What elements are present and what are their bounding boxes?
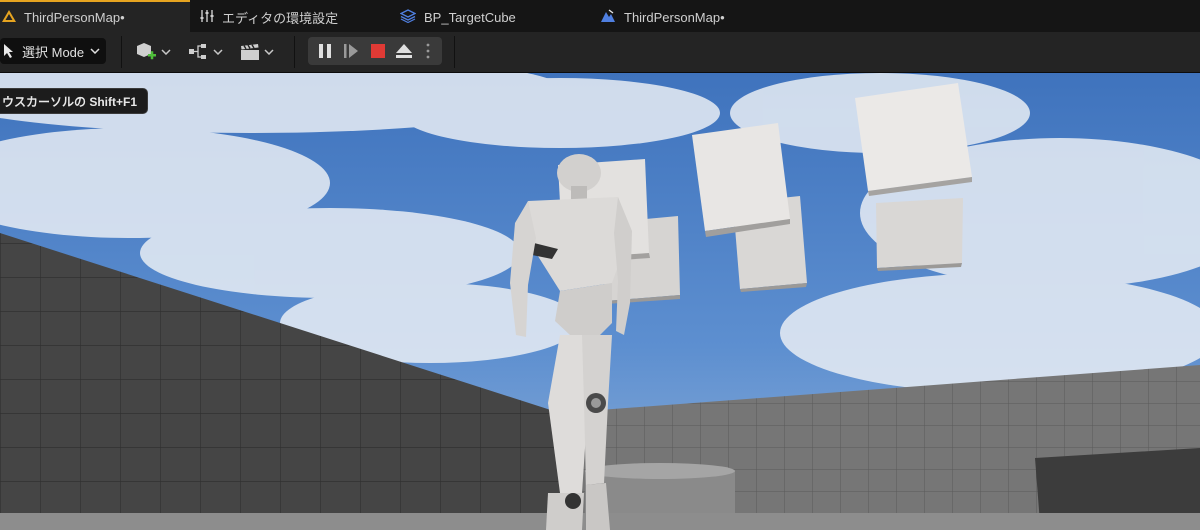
tab-label: ThirdPersonMap• (624, 9, 725, 25)
unreal-level-icon (2, 9, 16, 25)
tab-editor-preferences[interactable]: エディタの環境設定 (200, 2, 380, 32)
sliders-icon (200, 9, 214, 26)
toolbar-divider (121, 36, 122, 68)
chevron-down-icon (213, 49, 223, 55)
main-toolbar: 選択 Mode (0, 32, 1200, 73)
viewport-shortcut-tooltip: ウスカーソルの Shift+F1 (0, 88, 149, 114)
chevron-down-icon (90, 48, 100, 54)
pause-icon (319, 44, 331, 58)
blueprint-graph-icon (189, 44, 206, 59)
tab-third-person-map[interactable]: ThirdPersonMap• (0, 0, 190, 32)
tab-label: ThirdPersonMap• (24, 9, 125, 25)
play-controls (308, 37, 442, 65)
tab-label: エディタの環境設定 (222, 10, 339, 26)
cinematics-icon (241, 44, 259, 60)
eject-button[interactable] (391, 37, 417, 65)
more-options-button[interactable] (418, 37, 438, 65)
select-mode-icon (2, 43, 16, 59)
tab-bar: ThirdPersonMap• エディタの環境設定 BP_TargetCube … (0, 0, 1200, 32)
viewport-scene (0, 73, 1200, 530)
chevron-down-icon (264, 49, 274, 55)
more-options-icon (426, 43, 430, 59)
step-frame-button[interactable] (338, 37, 364, 65)
add-actor-button[interactable] (136, 40, 171, 64)
ramp (1035, 448, 1200, 523)
blueprint-icon (399, 8, 417, 26)
tab-bp-target-cube[interactable]: BP_TargetCube (399, 2, 590, 32)
level-viewport[interactable] (0, 73, 1200, 530)
tooltip-text: ウスカーソルの Shift+F1 (2, 94, 138, 109)
step-frame-icon (344, 44, 358, 58)
toolbar-divider (454, 36, 455, 68)
select-mode-button[interactable]: 選択 Mode (0, 38, 106, 64)
tab-third-person-map-2[interactable]: ThirdPersonMap• (600, 2, 790, 32)
toolbar-divider (294, 36, 295, 68)
cinematics-menu-button[interactable] (240, 40, 274, 64)
eject-icon (396, 44, 412, 58)
pause-button[interactable] (312, 37, 338, 65)
chevron-down-icon (161, 49, 171, 55)
level-map-icon (600, 8, 616, 26)
blueprints-menu-button[interactable] (188, 40, 223, 64)
tab-label: BP_TargetCube (424, 9, 516, 25)
stop-button[interactable] (365, 37, 391, 65)
stop-icon (371, 44, 385, 58)
mode-label: 選択 Mode (22, 44, 85, 60)
add-actor-icon (137, 43, 156, 60)
